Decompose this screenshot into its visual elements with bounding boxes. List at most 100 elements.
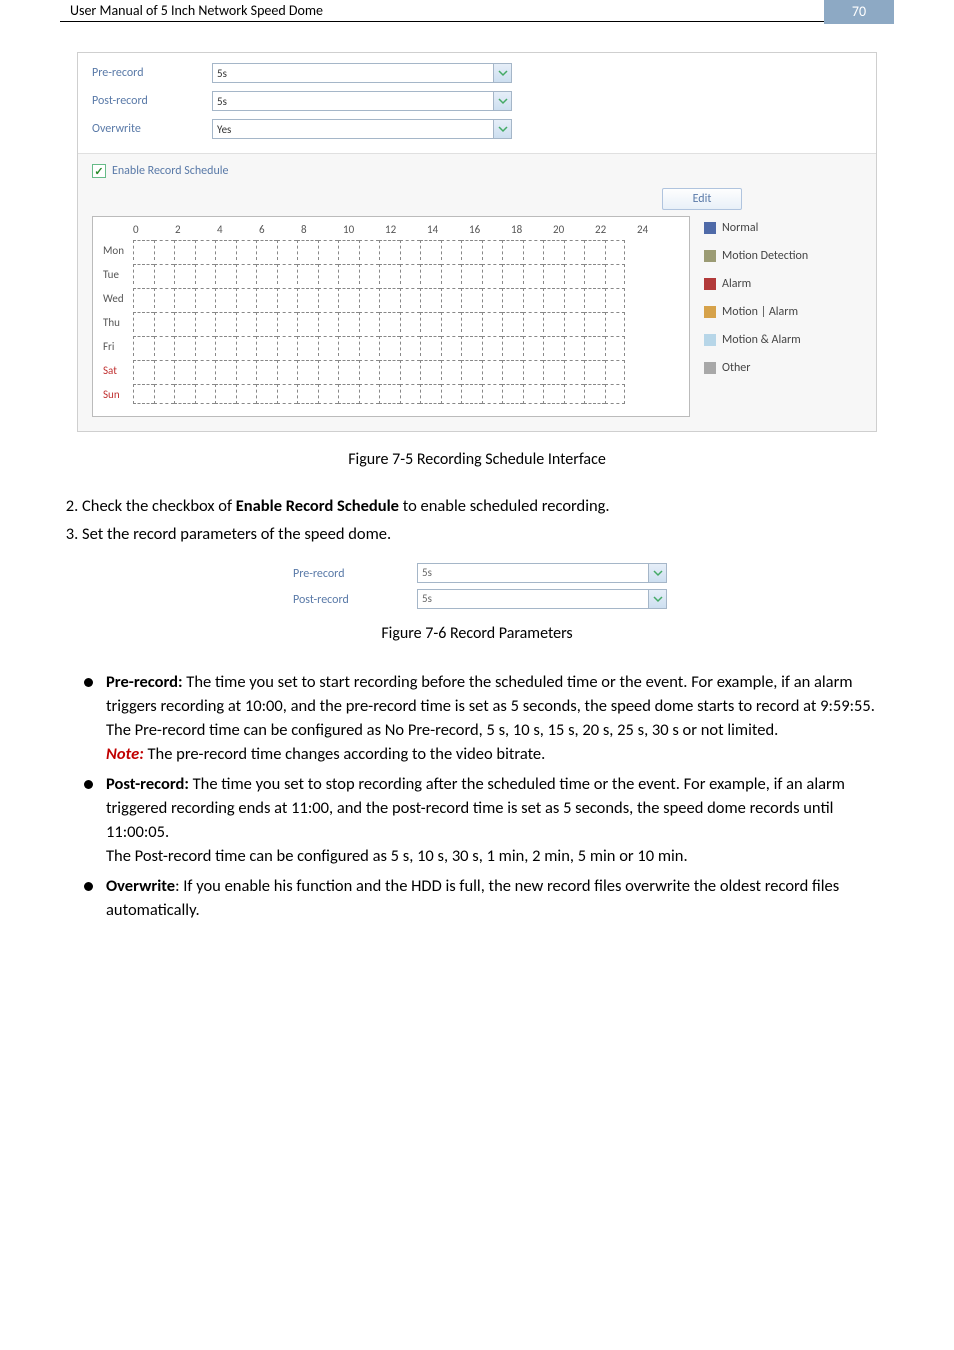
schedule-cell[interactable] bbox=[154, 336, 175, 356]
schedule-cell[interactable] bbox=[605, 240, 626, 260]
schedule-cell[interactable] bbox=[133, 264, 154, 284]
schedule-cell[interactable] bbox=[215, 240, 236, 260]
schedule-cell[interactable] bbox=[420, 240, 441, 260]
schedule-cell[interactable] bbox=[482, 384, 503, 404]
schedule-cell[interactable] bbox=[461, 240, 482, 260]
schedule-cell[interactable] bbox=[256, 384, 277, 404]
schedule-cell[interactable] bbox=[564, 360, 585, 380]
schedule-cell[interactable] bbox=[215, 288, 236, 308]
schedule-cell[interactable] bbox=[174, 360, 195, 380]
schedule-cell[interactable] bbox=[195, 264, 216, 284]
schedule-cell[interactable] bbox=[461, 360, 482, 380]
schedule-cell[interactable] bbox=[461, 288, 482, 308]
schedule-cell[interactable] bbox=[605, 336, 626, 356]
chevron-down-icon[interactable] bbox=[493, 120, 511, 138]
schedule-cell[interactable] bbox=[400, 360, 421, 380]
chevron-down-icon[interactable] bbox=[648, 564, 666, 582]
schedule-cell[interactable] bbox=[133, 384, 154, 404]
schedule-cell[interactable] bbox=[502, 240, 523, 260]
schedule-cell[interactable] bbox=[523, 360, 544, 380]
schedule-cell[interactable] bbox=[441, 240, 462, 260]
schedule-cell[interactable] bbox=[256, 360, 277, 380]
schedule-cell[interactable] bbox=[318, 264, 339, 284]
schedule-cell[interactable] bbox=[133, 240, 154, 260]
schedule-cell[interactable] bbox=[133, 288, 154, 308]
schedule-cell[interactable] bbox=[420, 312, 441, 332]
schedule-cell[interactable] bbox=[297, 240, 318, 260]
schedule-cell[interactable] bbox=[256, 288, 277, 308]
schedule-cell[interactable] bbox=[543, 312, 564, 332]
schedule-cell[interactable] bbox=[236, 312, 257, 332]
schedule-grid[interactable]: 024681012141618202224 MonTueWedThuFriSat… bbox=[92, 216, 690, 417]
schedule-cell[interactable] bbox=[379, 240, 400, 260]
schedule-cell[interactable] bbox=[502, 312, 523, 332]
schedule-cell[interactable] bbox=[461, 264, 482, 284]
schedule-cell[interactable] bbox=[502, 336, 523, 356]
schedule-cell[interactable] bbox=[277, 360, 298, 380]
schedule-cell[interactable] bbox=[195, 336, 216, 356]
schedule-cell[interactable] bbox=[359, 312, 380, 332]
schedule-cell[interactable] bbox=[400, 336, 421, 356]
schedule-cell[interactable] bbox=[420, 288, 441, 308]
schedule-cell[interactable] bbox=[605, 312, 626, 332]
schedule-cell[interactable] bbox=[297, 384, 318, 404]
schedule-cell[interactable] bbox=[564, 264, 585, 284]
schedule-cell[interactable] bbox=[564, 288, 585, 308]
schedule-cell[interactable] bbox=[400, 240, 421, 260]
schedule-cell[interactable] bbox=[133, 360, 154, 380]
schedule-cell[interactable] bbox=[277, 384, 298, 404]
schedule-cell[interactable] bbox=[523, 240, 544, 260]
schedule-cell[interactable] bbox=[523, 384, 544, 404]
schedule-cell[interactable] bbox=[379, 360, 400, 380]
schedule-cell[interactable] bbox=[338, 336, 359, 356]
schedule-cell[interactable] bbox=[359, 360, 380, 380]
schedule-cell[interactable] bbox=[543, 384, 564, 404]
schedule-cell[interactable] bbox=[338, 240, 359, 260]
schedule-cell[interactable] bbox=[400, 312, 421, 332]
schedule-cell[interactable] bbox=[154, 240, 175, 260]
schedule-cell[interactable] bbox=[297, 360, 318, 380]
schedule-cell[interactable] bbox=[584, 264, 605, 284]
schedule-cell[interactable] bbox=[564, 336, 585, 356]
schedule-cell[interactable] bbox=[215, 336, 236, 356]
schedule-cell[interactable] bbox=[256, 264, 277, 284]
schedule-cell[interactable] bbox=[482, 240, 503, 260]
schedule-cell[interactable] bbox=[564, 384, 585, 404]
schedule-cell[interactable] bbox=[154, 288, 175, 308]
schedule-cell[interactable] bbox=[584, 312, 605, 332]
schedule-cell[interactable] bbox=[584, 384, 605, 404]
schedule-cell[interactable] bbox=[318, 360, 339, 380]
schedule-cell[interactable] bbox=[195, 360, 216, 380]
schedule-cell[interactable] bbox=[236, 384, 257, 404]
schedule-cell[interactable] bbox=[297, 264, 318, 284]
schedule-cell[interactable] bbox=[502, 264, 523, 284]
chevron-down-icon[interactable] bbox=[493, 64, 511, 82]
schedule-cell[interactable] bbox=[523, 264, 544, 284]
schedule-cell[interactable] bbox=[564, 312, 585, 332]
schedule-cell[interactable] bbox=[338, 288, 359, 308]
schedule-cell[interactable] bbox=[195, 240, 216, 260]
chevron-down-icon[interactable] bbox=[648, 590, 666, 608]
schedule-cell[interactable] bbox=[174, 240, 195, 260]
schedule-cell[interactable] bbox=[502, 360, 523, 380]
schedule-cell[interactable] bbox=[461, 336, 482, 356]
schedule-cell[interactable] bbox=[236, 240, 257, 260]
schedule-cell[interactable] bbox=[441, 384, 462, 404]
schedule-cell[interactable] bbox=[236, 336, 257, 356]
schedule-cell[interactable] bbox=[441, 264, 462, 284]
schedule-cell[interactable] bbox=[543, 240, 564, 260]
schedule-cell[interactable] bbox=[277, 288, 298, 308]
schedule-cell[interactable] bbox=[543, 360, 564, 380]
schedule-cell[interactable] bbox=[297, 336, 318, 356]
schedule-cell[interactable] bbox=[215, 360, 236, 380]
schedule-cell[interactable] bbox=[277, 240, 298, 260]
schedule-cell[interactable] bbox=[154, 312, 175, 332]
param-post-record-select[interactable]: 5s bbox=[417, 589, 667, 609]
schedule-cell[interactable] bbox=[584, 288, 605, 308]
schedule-cell[interactable] bbox=[605, 288, 626, 308]
schedule-cell[interactable] bbox=[195, 384, 216, 404]
schedule-cell[interactable] bbox=[420, 264, 441, 284]
schedule-cell[interactable] bbox=[523, 336, 544, 356]
schedule-cell[interactable] bbox=[420, 384, 441, 404]
schedule-cell[interactable] bbox=[338, 360, 359, 380]
